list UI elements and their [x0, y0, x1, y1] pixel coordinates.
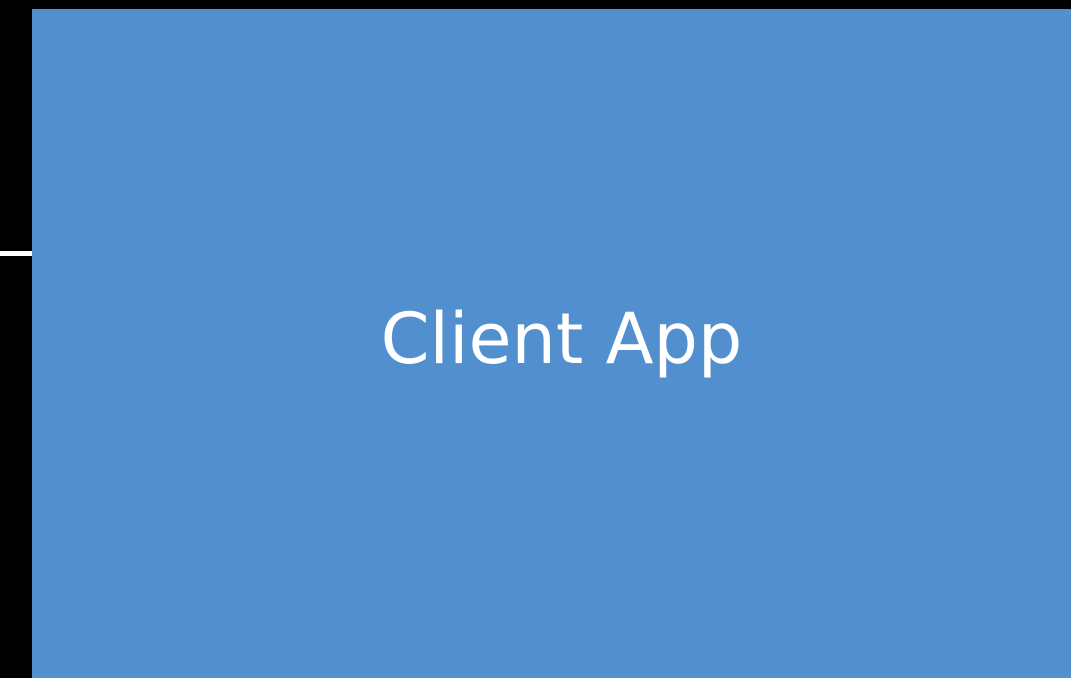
connector-line	[0, 251, 32, 256]
client-app-box: Client App	[32, 9, 1071, 678]
diagram-canvas: Client App	[0, 0, 1071, 678]
client-app-label: Client App	[380, 297, 743, 380]
